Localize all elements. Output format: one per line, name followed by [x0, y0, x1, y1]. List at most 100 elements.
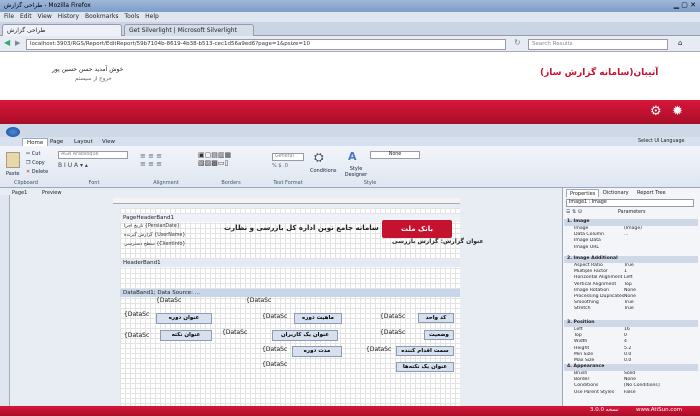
- cut-label: Cut: [31, 151, 41, 157]
- ui-language-link[interactable]: Select UI Language: [634, 138, 688, 146]
- tab-layout[interactable]: Layout: [70, 138, 97, 146]
- menu-history[interactable]: History: [58, 12, 79, 22]
- header-subtitle[interactable]: عنوان گزارش: گزارش بازرسی: [392, 238, 484, 245]
- data-field[interactable]: {DataSc: [124, 311, 149, 318]
- header-field-date[interactable]: تاریخ اجرا {PersianDate}: [124, 224, 180, 229]
- menu-bookmarks[interactable]: Bookmarks: [85, 12, 119, 22]
- property-row[interactable]: Stretch True: [568, 306, 698, 312]
- toolbox[interactable]: [0, 195, 10, 416]
- parameters-dropdown[interactable]: Parameters: [618, 210, 645, 215]
- url-bar[interactable]: localhost:3903/RGS/Report/EditReport/59b…: [26, 39, 506, 50]
- version-text: نسخه 3.0.0: [590, 407, 619, 413]
- app-orb-icon[interactable]: [6, 127, 20, 137]
- property-value[interactable]: 0.0: [624, 358, 631, 364]
- data-field[interactable]: {DataSc: [262, 361, 287, 368]
- conditions-button[interactable]: Conditions: [310, 168, 336, 174]
- alignment-icons[interactable]: ≡ ≡ ≡ ≡ ≡ ≡: [140, 152, 190, 170]
- data-field[interactable]: {DataSc: [124, 332, 149, 339]
- data-field[interactable]: {DataSc: [380, 313, 405, 320]
- welcome-text: خوش آمدید حسن حسین پور: [52, 66, 124, 73]
- search-input[interactable]: Search Results: [528, 39, 668, 50]
- property-value[interactable]: False: [624, 390, 636, 396]
- group-style: Style: [363, 180, 377, 186]
- tab-properties[interactable]: Properties: [566, 189, 600, 197]
- browser-tab-report[interactable]: طراحی گزارش: [2, 24, 122, 36]
- header-title[interactable]: سامانه جامع نوین اداره کل بازرسی و نظارت: [224, 224, 379, 232]
- cut-button[interactable]: ✂ Cut: [26, 151, 40, 157]
- browser-tab-silverlight[interactable]: Get Silverlight | Microsoft Silverlight: [124, 24, 254, 36]
- font-format-icons[interactable]: B I U A ▾ ▴: [58, 162, 128, 170]
- style-designer-icon[interactable]: A: [348, 150, 357, 163]
- component-select[interactable]: Image1 : Image: [566, 199, 694, 207]
- label-tip[interactable]: عنوان نکته: [160, 330, 212, 341]
- style-designer-button[interactable]: Style Designer: [340, 166, 372, 178]
- menu-tools[interactable]: Tools: [124, 12, 139, 22]
- property-value[interactable]: True: [624, 306, 634, 312]
- label-actor-role[interactable]: سمت اقدام کننده: [396, 346, 454, 356]
- doc-tab-preview[interactable]: Preview: [42, 190, 61, 196]
- menu-help[interactable]: Help: [145, 12, 159, 22]
- band-data[interactable]: DataBand1; Data Source: ...: [120, 289, 460, 297]
- tab-report-tree[interactable]: Report Tree: [634, 189, 669, 197]
- paste-button[interactable]: Paste: [6, 171, 20, 177]
- delete-button[interactable]: ✕ Delete: [26, 169, 48, 175]
- property-toolbar-icons[interactable]: ☰ ⇅ ⛁: [566, 209, 582, 215]
- label-status[interactable]: وضعیت: [424, 330, 454, 340]
- prop-section-appearance[interactable]: 4. Appearance: [564, 364, 698, 371]
- data-field[interactable]: {DataSc: [262, 346, 287, 353]
- forward-icon[interactable]: ▶: [15, 39, 20, 47]
- menu-view[interactable]: View: [38, 12, 52, 22]
- paste-icon[interactable]: [6, 152, 20, 168]
- data-field[interactable]: {DataSc: [380, 329, 405, 336]
- style-select[interactable]: None: [370, 151, 420, 159]
- label-unit-code[interactable]: کد واحد: [418, 313, 454, 323]
- prop-section-image[interactable]: 1. Image: [564, 219, 698, 226]
- font-select[interactable]: AGA Arabesque: [58, 151, 128, 159]
- gear-icon[interactable]: ✹: [672, 104, 683, 119]
- header-field-user[interactable]: گزارش گیرنده {UserName}: [124, 233, 185, 238]
- property-row[interactable]: Image URL: [568, 245, 698, 251]
- doc-tab-page1[interactable]: Page1: [12, 190, 27, 196]
- header-field-client[interactable]: سطح دسترسی {ClientInfo}: [124, 242, 185, 247]
- window-titlebar: طراحی گزارش - Mozilla Firefox ▁ ▢ ✕: [0, 0, 700, 12]
- data-field[interactable]: {DataSc: [262, 313, 287, 320]
- copy-button[interactable]: ❐ Copy: [26, 160, 45, 166]
- label-course-title[interactable]: عنوان دوره: [156, 313, 212, 324]
- property-name: Stretch: [574, 306, 591, 312]
- property-name: Use Parent Styles: [574, 389, 615, 395]
- back-icon[interactable]: ◀: [4, 38, 10, 47]
- reload-icon[interactable]: ↻: [514, 38, 521, 47]
- data-field[interactable]: {DataSc: [366, 346, 391, 353]
- data-field[interactable]: {DataSc: [222, 329, 247, 336]
- tab-page[interactable]: Page: [46, 138, 67, 146]
- text-format-icons[interactable]: % $ .0: [272, 163, 304, 171]
- property-row[interactable]: Max Size 0.0: [568, 358, 698, 364]
- window-controls[interactable]: ▁ ▢ ✕: [674, 1, 696, 9]
- menu-file[interactable]: File: [4, 12, 14, 22]
- tab-home[interactable]: Home: [22, 138, 49, 146]
- label-tip-title[interactable]: عنوان یک نکته‌ها: [396, 362, 454, 372]
- prop-section-position[interactable]: 3. Position: [564, 320, 698, 327]
- label-course-nature[interactable]: ماهیت دوره: [294, 313, 342, 324]
- prop-section-additional[interactable]: 2. Image Additional: [564, 256, 698, 263]
- home-icon[interactable]: ⌂: [678, 39, 682, 47]
- settings-icon[interactable]: ⚙: [650, 104, 662, 119]
- borders-icons[interactable]: ▣▢▤▥▦ ▧▨▩▭▯: [198, 151, 262, 171]
- copy-label: Copy: [32, 160, 45, 166]
- property-row[interactable]: Use Parent Styles False: [568, 390, 698, 396]
- tab-view[interactable]: View: [98, 138, 119, 146]
- group-alignment: Alignment: [153, 180, 179, 186]
- logout-link[interactable]: خروج از سیستم: [75, 76, 112, 82]
- app-redbar: ⚙ ✹: [0, 100, 700, 124]
- conditions-icon[interactable]: ⛭: [314, 150, 324, 165]
- text-format-select[interactable]: General: [272, 153, 304, 161]
- label-course-duration[interactable]: مدت دوره: [292, 346, 342, 357]
- tab-dictionary[interactable]: Dictionary: [600, 189, 632, 197]
- menu-edit[interactable]: Edit: [20, 12, 32, 22]
- data-field[interactable]: {DataSc: [246, 297, 271, 304]
- site-link[interactable]: www.AtiSun.com: [636, 407, 682, 413]
- label-user-title[interactable]: عنوان یک کاربران: [272, 330, 338, 341]
- bank-logo[interactable]: بانک ملت: [382, 220, 452, 238]
- band-header[interactable]: HeaderBand1: [120, 259, 460, 267]
- data-field[interactable]: {DataSc: [156, 297, 181, 304]
